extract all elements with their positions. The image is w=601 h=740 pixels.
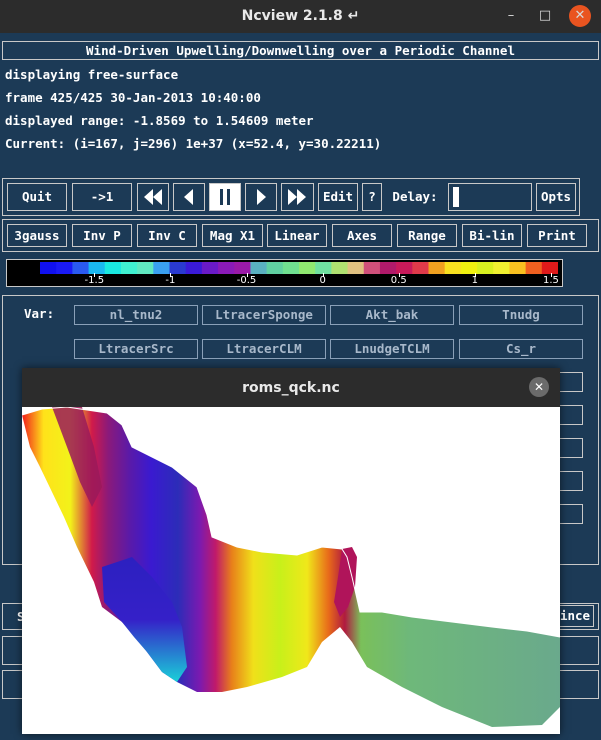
colorbar-segment xyxy=(266,262,284,274)
invert-physical-button[interactable]: Inv P xyxy=(72,224,132,247)
colorbar-segment xyxy=(218,262,235,274)
transform-linear-button[interactable]: Linear xyxy=(267,224,327,247)
dataset-heading: Wind-Driven Upwelling/Downwelling over a… xyxy=(2,41,599,60)
close-icon[interactable]: ✕ xyxy=(529,377,549,397)
var-button-nl-tnu2[interactable]: nl_tnu2 xyxy=(74,305,198,325)
minimize-button[interactable]: – xyxy=(500,5,522,27)
step-back-button[interactable] xyxy=(173,183,205,211)
step-forward-icon xyxy=(257,189,266,205)
pause-button[interactable] xyxy=(209,183,241,211)
var-button-tnudg[interactable]: Tnudg xyxy=(459,305,583,325)
var-button-cs-r[interactable]: Cs_r xyxy=(459,339,583,359)
3gauss-button[interactable]: 3gauss xyxy=(7,224,67,247)
variable-label: Var: xyxy=(24,306,55,321)
range-button[interactable]: Range xyxy=(397,224,457,247)
colorbar-segment xyxy=(363,262,381,274)
edit-button[interactable]: Edit xyxy=(318,183,358,211)
colorbar-segment xyxy=(137,262,154,274)
colorbar-tick-label: 0.5 xyxy=(390,275,407,286)
frame-text: frame 425/425 30-Jan-2013 10:40:00 xyxy=(5,90,261,105)
colorbar-segment xyxy=(250,262,268,274)
colorbar-segment xyxy=(88,262,106,274)
image-window-title: roms_qck.nc xyxy=(242,380,340,396)
delay-slider-thumb[interactable] xyxy=(453,187,460,207)
colorbar-segment xyxy=(493,262,511,274)
colorbar-segment xyxy=(234,262,252,274)
quit-button[interactable]: Quit xyxy=(7,183,67,211)
help-button[interactable]: ? xyxy=(362,183,382,211)
colorbar-segment xyxy=(509,262,527,274)
var-button-ltracersponge[interactable]: LtracerSponge xyxy=(202,305,326,325)
var-button-ltracerclm[interactable]: LtracerCLM xyxy=(202,339,326,359)
delay-slider[interactable] xyxy=(448,183,532,211)
colorbar-segment xyxy=(153,262,171,274)
step-forward-button[interactable] xyxy=(245,183,277,211)
colorbar-segment xyxy=(169,262,187,274)
var-button-akt-bak[interactable]: Akt_bak xyxy=(330,305,454,325)
fast-rewind-icon xyxy=(144,189,162,205)
colorbar-tick-label: -1.5 xyxy=(84,275,105,286)
opts-button[interactable]: Opts xyxy=(536,183,576,211)
colorbar-tick-label: 1 xyxy=(471,275,479,286)
colorbar-tick-label: -1 xyxy=(165,275,176,286)
colorbar-segment xyxy=(347,262,365,274)
colorbar-segment xyxy=(56,262,73,274)
var-button-lnudgetclm[interactable]: LnudgeTCLM xyxy=(330,339,454,359)
colorbar-segment xyxy=(201,262,219,274)
colorbar-segment xyxy=(104,262,122,274)
colorbar-tick-label: 0 xyxy=(319,275,326,286)
colorbar-segment xyxy=(185,262,203,274)
magnification-button[interactable]: Mag X1 xyxy=(202,224,263,247)
colorbar[interactable]: -1.5 -1 -0.5 0 0.5 1 1.5 xyxy=(6,259,563,287)
colorbar-tick-label: -0.5 xyxy=(236,275,257,286)
fast-rewind-button[interactable] xyxy=(137,183,169,211)
axes-button[interactable]: Axes xyxy=(332,224,392,247)
since-button[interactable]: ince xyxy=(556,605,594,627)
colorbar-segment xyxy=(299,262,316,274)
delay-label: Delay: xyxy=(386,183,444,211)
colorbar-segment xyxy=(331,262,349,274)
bilinear-button[interactable]: Bi-lin xyxy=(462,224,522,247)
free-surface-map[interactable] xyxy=(22,407,560,734)
close-window-button[interactable]: ✕ xyxy=(569,5,591,27)
colorbar-segment xyxy=(428,262,446,274)
fast-forward-button[interactable] xyxy=(281,183,314,211)
range-text: displayed range: -1.8569 to 1.54609 mete… xyxy=(5,113,314,128)
colorbar-segment xyxy=(525,262,543,274)
colorbar-segment xyxy=(477,262,494,274)
window-titlebar: Ncview 2.1.8 ↵ – □ ✕ xyxy=(0,0,601,33)
colorbar-segment xyxy=(412,262,430,274)
colorbar-segment xyxy=(40,262,57,274)
displaying-variable-text: displaying free-surface xyxy=(5,67,179,82)
image-window-titlebar: roms_qck.nc ✕ xyxy=(22,368,560,407)
current-position-text: Current: (i=167, j=296) 1e+37 (x=52.4, y… xyxy=(5,136,382,151)
maximize-button[interactable]: □ xyxy=(534,5,556,27)
colorbar-segment xyxy=(120,262,138,274)
colorbar-segment xyxy=(72,262,90,274)
colorbar-segment xyxy=(379,262,397,274)
goto-first-frame-button[interactable]: ->1 xyxy=(72,183,132,211)
fast-forward-icon xyxy=(288,189,306,205)
colorbar-segment xyxy=(282,262,300,274)
colorbar-segment xyxy=(444,262,462,274)
colorbar-tick-label: 1.5 xyxy=(543,275,559,286)
colorbar-gradient xyxy=(40,262,558,274)
image-window[interactable]: roms_qck.nc ✕ xyxy=(22,368,560,734)
print-button[interactable]: Print xyxy=(527,224,587,247)
step-back-icon xyxy=(184,189,193,205)
invert-colormap-button[interactable]: Inv C xyxy=(137,224,197,247)
var-button-ltracersrc[interactable]: LtracerSrc xyxy=(74,339,198,359)
colorbar-segment xyxy=(541,262,558,274)
pause-icon xyxy=(220,189,230,205)
